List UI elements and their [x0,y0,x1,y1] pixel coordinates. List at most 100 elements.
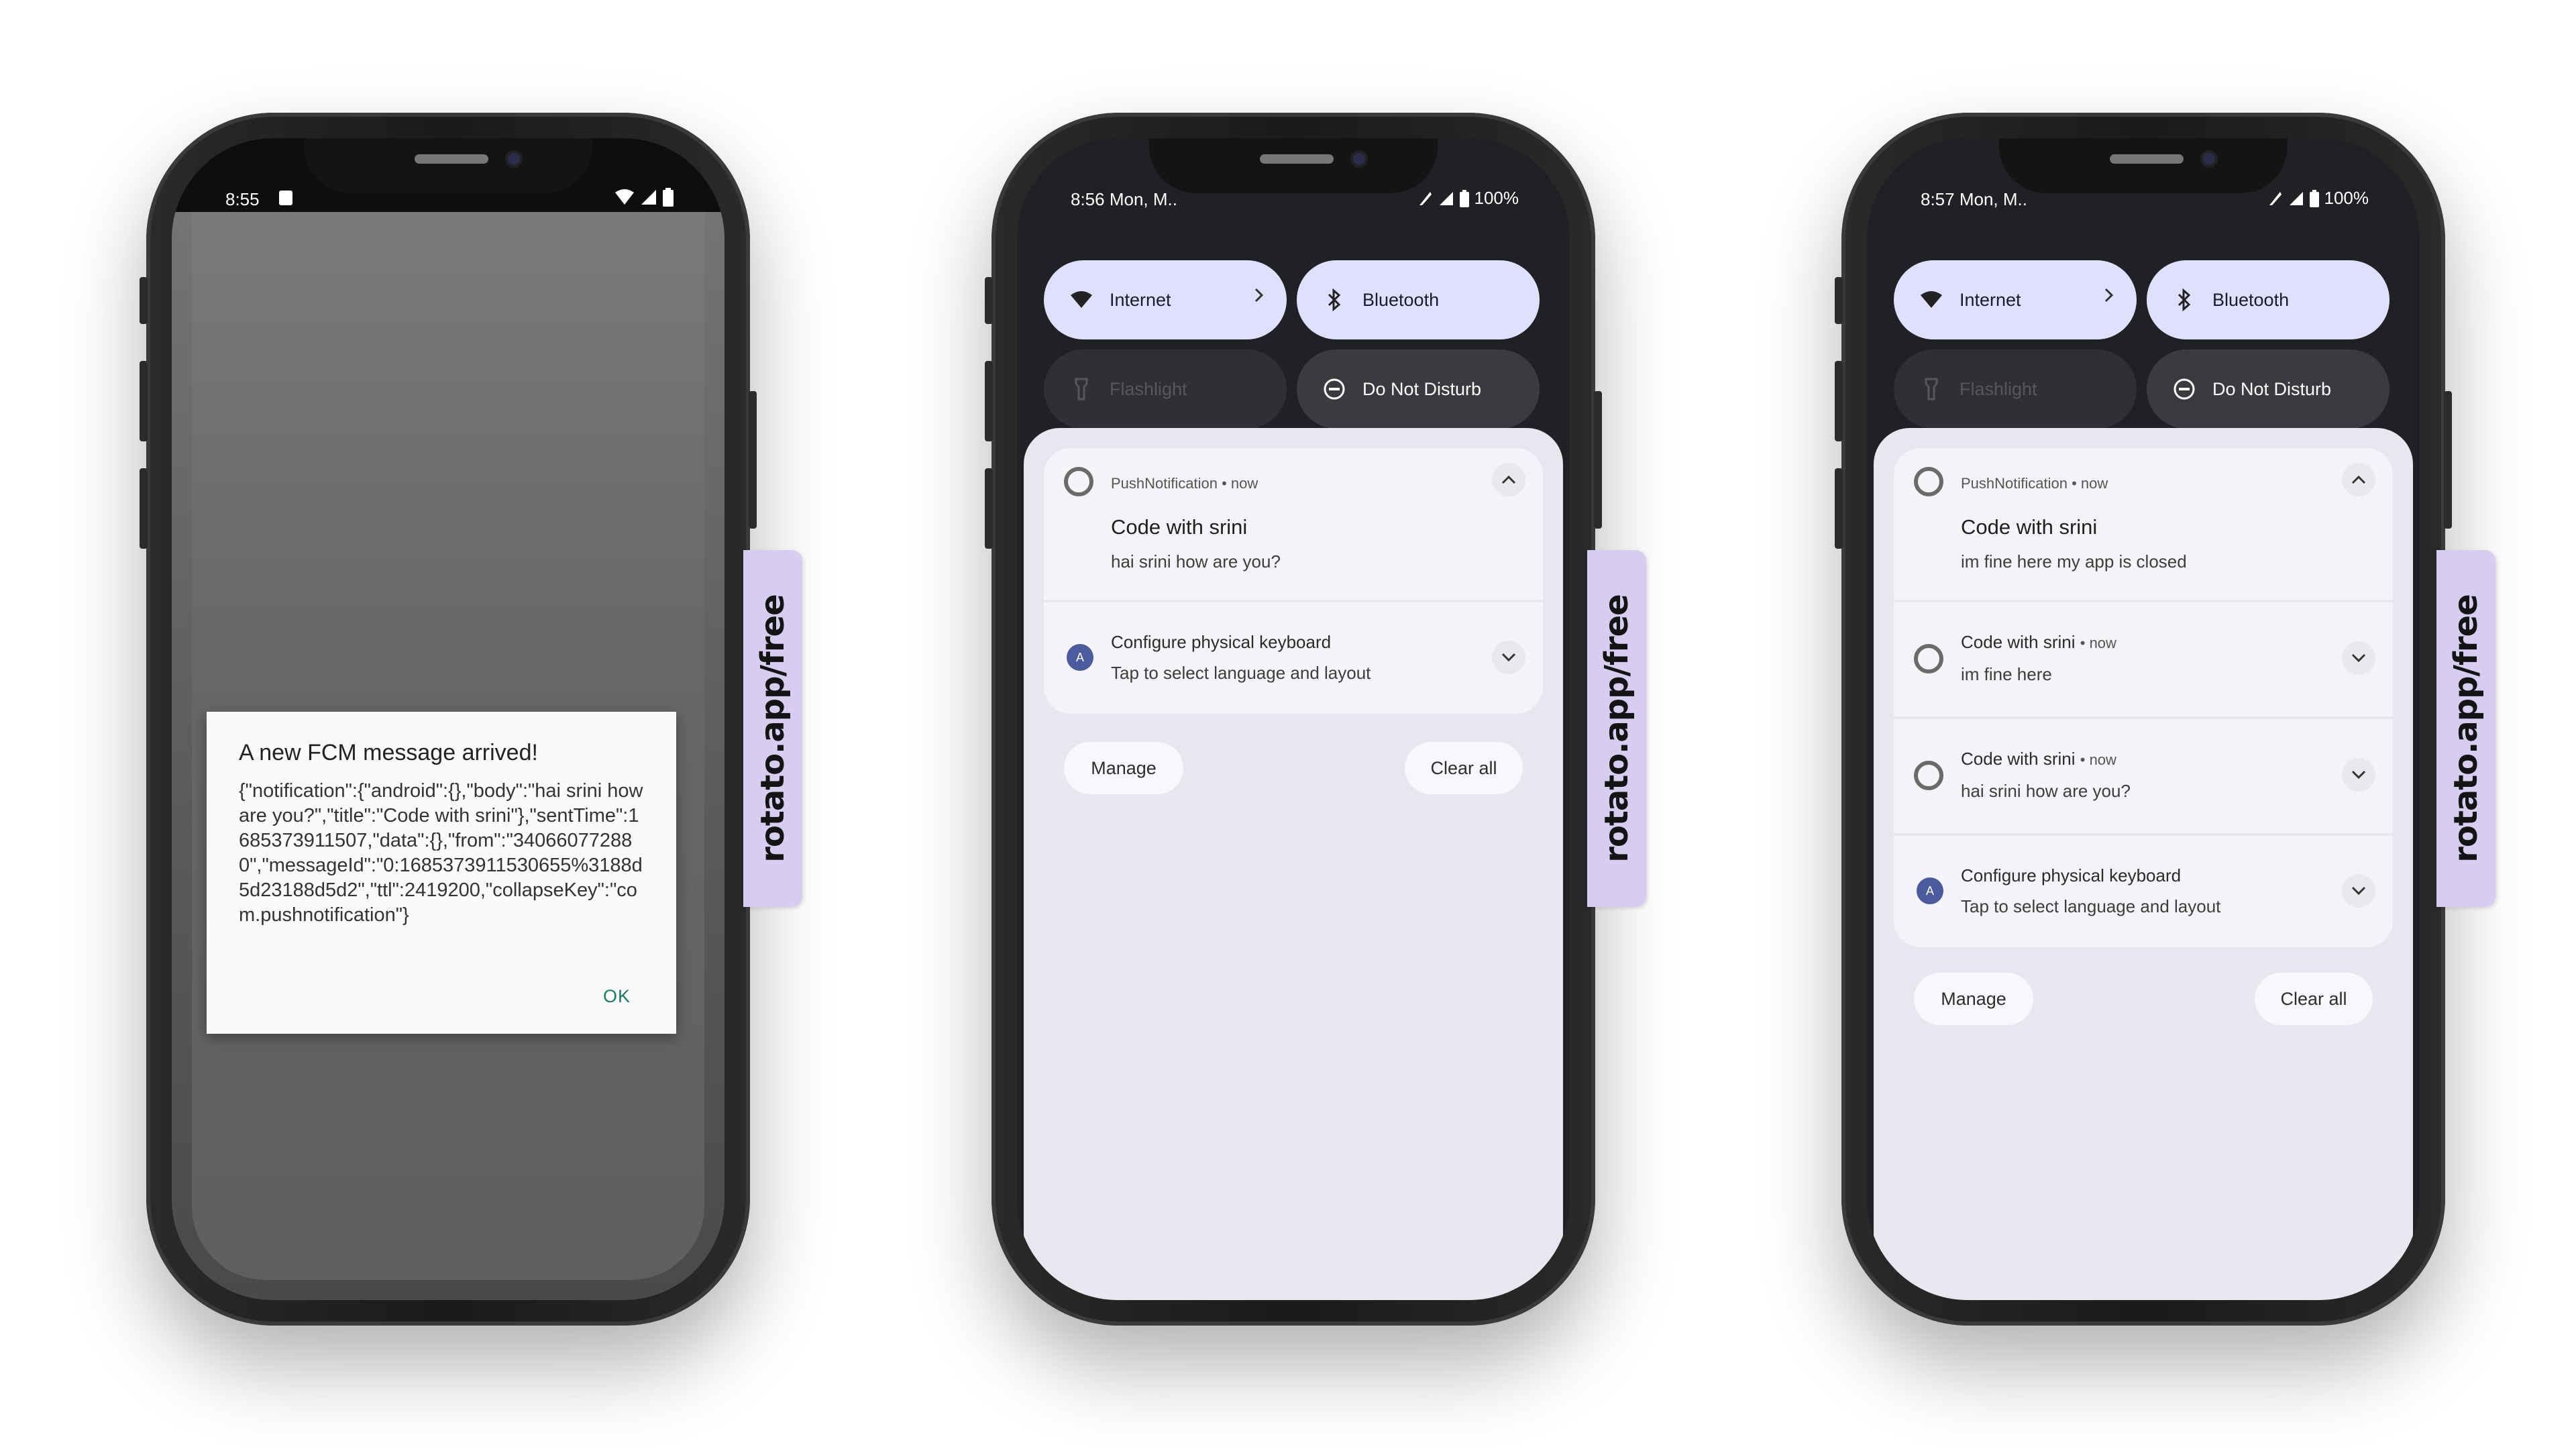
chevron-down-icon[interactable] [2342,874,2375,908]
flashlight-icon [1918,376,1945,402]
notch [1999,138,2288,193]
manage-button[interactable]: Manage [1914,973,2033,1025]
bluetooth-icon [1321,286,1348,313]
power-button [749,391,757,529]
keyboard-icon: A [1067,644,1093,671]
tile-bluetooth[interactable]: Bluetooth [1297,260,1540,339]
notification-code-with-srini-1[interactable]: Code with srini • now im fine here [1894,602,2393,719]
chevron-right-icon [2103,287,2114,308]
notification-text: hai srini how are you? [1961,781,2131,801]
wifi-icon [615,189,634,205]
notification-keyboard[interactable]: A Configure physical keyboard Tap to sel… [1894,836,2393,947]
tile-flashlight[interactable]: Flashlight [1894,350,2137,429]
tile-label: Bluetooth [2212,289,2290,310]
notification-code-with-srini-2[interactable]: Code with srini • now hai srini how are … [1894,719,2393,836]
rotato-watermark: rotato.app/free [743,550,802,907]
camera [505,150,523,168]
notification-text: Tap to select language and layout [1961,896,2221,916]
chevron-down-icon[interactable] [2342,758,2375,792]
flashlight-icon [1068,376,1095,402]
wifi-icon [1918,286,1945,313]
notch [1149,138,1438,193]
phone-frame-2: 8:56 Mon, M.. 100% Internet Bluetooth Fl… [985,113,1602,1326]
notification-text: im fine here my app is closed [1961,551,2187,572]
data-saver-icon [1419,191,1432,205]
app-circle-icon [1914,761,1943,790]
wifi-icon [1068,286,1095,313]
status-time: 8:55 [225,189,260,209]
notification-app-name: PushNotification • now [1961,475,2108,492]
battery-percent: 100% [1474,188,1519,208]
notification-title: Code with srini [1961,515,2098,539]
app-circle-icon [1064,467,1093,496]
speaker [415,154,488,164]
notification-text: im fine here [1961,664,2052,684]
clear-all-button[interactable]: Clear all [1405,742,1523,794]
fcm-alert-dialog: A new FCM message arrived! {"notificatio… [207,712,676,1034]
tile-do-not-disturb[interactable]: Do Not Disturb [1297,350,1540,429]
phone-screen-2: 8:56 Mon, M.. 100% Internet Bluetooth Fl… [1017,138,1570,1300]
tile-label: Do Not Disturb [2212,378,2332,399]
app-circle-icon [1914,644,1943,674]
notification-keyboard[interactable]: A Configure physical keyboard Tap to sel… [1044,602,1543,714]
power-button [1594,391,1602,529]
chevron-up-icon[interactable] [2342,463,2375,496]
signal-icon [1439,191,1453,205]
tile-do-not-disturb[interactable]: Do Not Disturb [2147,350,2390,429]
chevron-right-icon [1253,287,1264,308]
notification-title: Code with srini • now [1961,749,2116,769]
status-time: 8:57 Mon, M.. [1921,189,2027,209]
do-not-disturb-icon [1321,376,1348,402]
tile-label: Bluetooth [1362,289,1440,310]
rotato-watermark: rotato.app/free [2436,550,2496,907]
notification-pushnotification[interactable]: PushNotification • now Code with srini i… [1894,448,2393,602]
battery-icon [1459,189,1469,207]
tile-bluetooth[interactable]: Bluetooth [2147,260,2390,339]
notification-text: Tap to select language and layout [1111,663,1371,683]
manage-button[interactable]: Manage [1064,742,1183,794]
side-button [140,361,148,441]
signal-icon [641,190,656,205]
battery-icon [2309,189,2319,207]
notification-group: PushNotification • now Code with srini i… [1894,448,2393,947]
dialog-message: {"notification":{"android":{},"body":"ha… [239,780,643,926]
notification-title: Code with srini [1111,515,1248,539]
tile-label: Internet [1110,289,1171,310]
tile-internet[interactable]: Internet [1894,260,2137,339]
phone-screen-1: 8:55 A new FCM message arrived! {"notifi… [172,138,724,1300]
phone-screen-3: 8:57 Mon, M.. 100% Internet Bluetooth Fl… [1867,138,2420,1300]
status-time: 8:56 Mon, M.. [1071,189,1177,209]
ok-button[interactable]: OK [603,986,631,1007]
do-not-disturb-icon [2171,376,2198,402]
tile-label: Flashlight [1110,378,1187,399]
chevron-up-icon[interactable] [1492,463,1525,496]
battery-percent: 100% [2324,188,2369,208]
rotato-watermark: rotato.app/free [1587,550,1646,907]
notification-title: Configure physical keyboard [1961,865,2182,885]
keyboard-icon: A [1917,877,1943,904]
clear-all-button[interactable]: Clear all [2255,973,2373,1025]
notification-icon [279,191,292,205]
notification-shade: PushNotification • now Code with srini i… [1874,428,2413,1300]
tile-label: Do Not Disturb [1362,378,1482,399]
signal-icon [2289,191,2303,205]
chevron-down-icon[interactable] [1492,641,1525,674]
app-circle-icon [1914,467,1943,496]
notification-title: Code with srini • now [1961,632,2116,652]
notch [304,138,592,193]
tile-label: Internet [1960,289,2021,310]
notification-text: hai srini how are you? [1111,551,1281,572]
notification-group: PushNotification • now Code with srini h… [1044,448,1543,714]
phone-frame-3: 8:57 Mon, M.. 100% Internet Bluetooth Fl… [1835,113,2452,1326]
tile-flashlight[interactable]: Flashlight [1044,350,1287,429]
phone-frame-1: 8:55 A new FCM message arrived! {"notifi… [140,113,757,1326]
tile-internet[interactable]: Internet [1044,260,1287,339]
chevron-down-icon[interactable] [2342,641,2375,675]
bluetooth-icon [2171,286,2198,313]
notification-pushnotification[interactable]: PushNotification • now Code with srini h… [1044,448,1543,602]
notification-app-name: PushNotification • now [1111,475,1258,492]
data-saver-icon [2269,191,2282,205]
battery-icon [663,188,674,207]
side-button [140,277,148,324]
tile-label: Flashlight [1960,378,2037,399]
